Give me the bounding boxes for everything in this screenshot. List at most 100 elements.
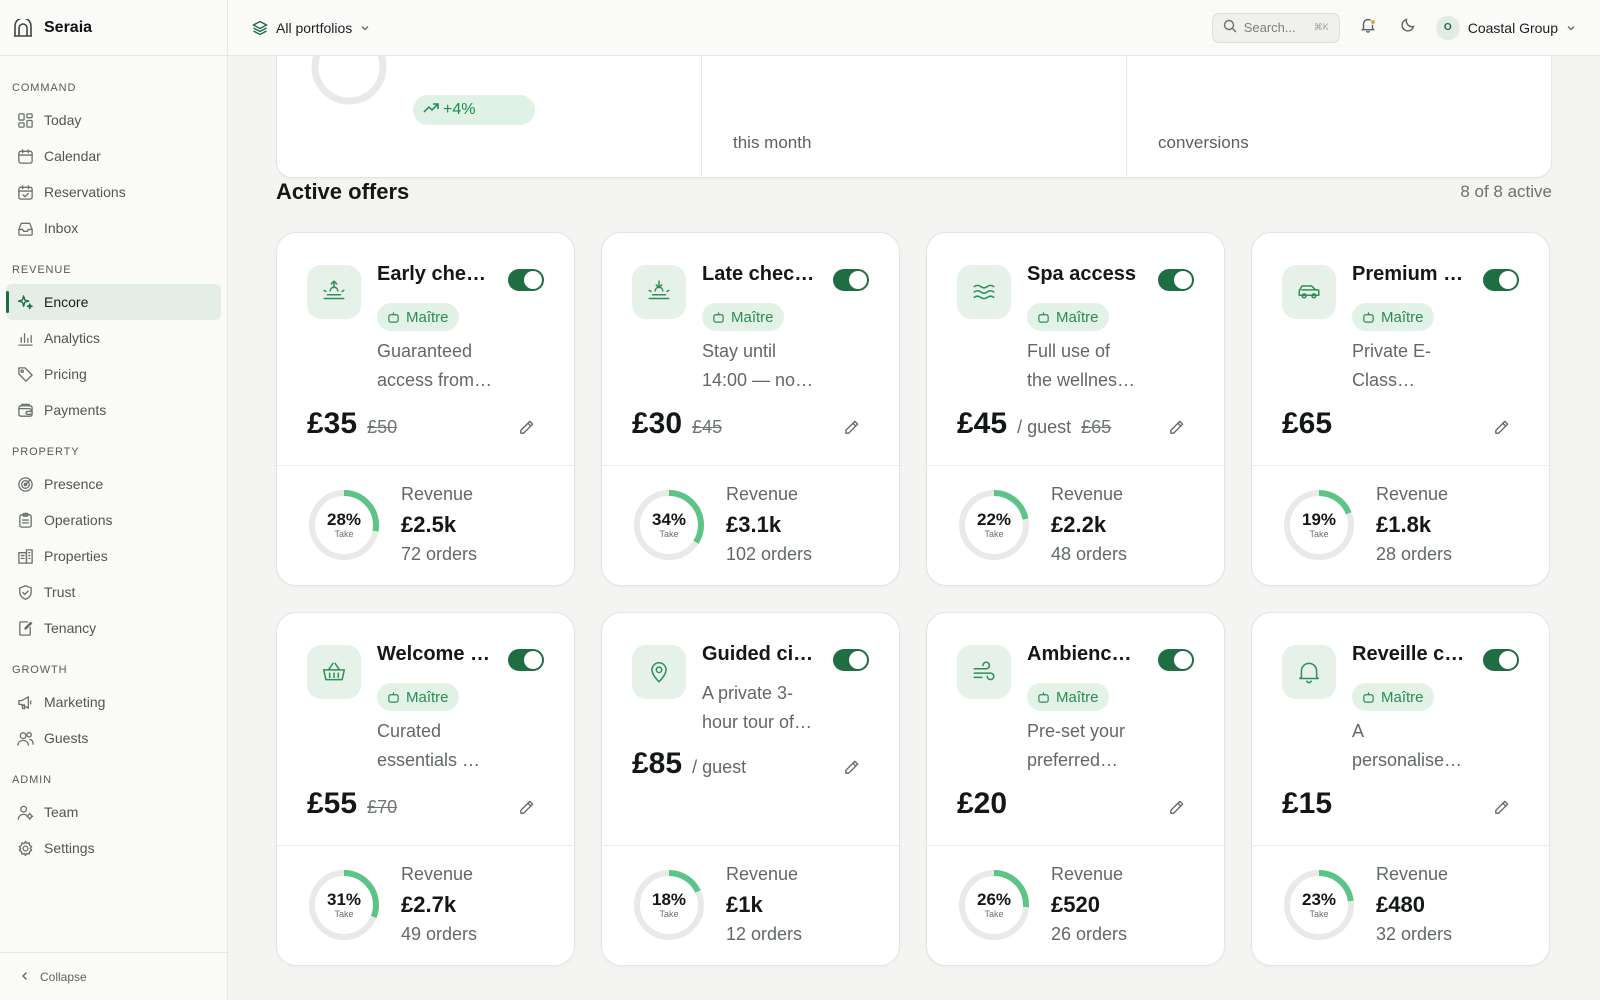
- sidebar-item-label: Marketing: [44, 694, 106, 710]
- offer-toggle[interactable]: [1158, 649, 1194, 671]
- edit-button[interactable]: [1491, 417, 1511, 437]
- offer-price-row: £45 / guest £65: [957, 407, 1111, 441]
- offer-price: £85: [632, 747, 683, 780]
- sidebar-item-today[interactable]: Today: [6, 102, 221, 138]
- description-line: personalise…: [1352, 750, 1463, 770]
- robot-icon: [1037, 311, 1050, 324]
- sidebar-item-label: Encore: [44, 294, 89, 310]
- sidebar-item-operations[interactable]: Operations: [6, 502, 221, 538]
- take-rate-value: 26%: [976, 890, 1012, 909]
- org-switcher[interactable]: O Coastal Group: [1435, 15, 1576, 40]
- offer-description: Apersonalise…: [1352, 717, 1474, 775]
- tag-label: Maître: [406, 308, 449, 326]
- sidebar-item-settings[interactable]: Settings: [6, 830, 221, 866]
- sidebar-item-pricing[interactable]: Pricing: [6, 356, 221, 392]
- offer-icon-badge: [1282, 645, 1336, 699]
- offer-icon-badge: [1282, 265, 1336, 319]
- sidebar-item-analytics[interactable]: Analytics: [6, 320, 221, 356]
- user-cog-icon: [16, 803, 34, 821]
- offer-toggle[interactable]: [1483, 649, 1519, 671]
- edit-button[interactable]: [841, 757, 861, 777]
- collapse-button[interactable]: Collapse: [0, 952, 227, 1000]
- description-line: preferred…: [1027, 750, 1119, 770]
- nav-section-revenue: REVENUE Encore Analytics Pricing Payments: [0, 260, 227, 428]
- edit-button[interactable]: [1166, 417, 1186, 437]
- offer-card[interactable]: Reveille call Maître Apersonalise… £15 23% Ta…: [1251, 612, 1550, 966]
- offer-name: Welcome basket: [377, 643, 491, 665]
- description-line: the wellnes…: [1027, 370, 1136, 390]
- offer-grid: Early check-in Maître Guaranteed access fro…: [276, 232, 1552, 966]
- clipboard-icon: [16, 511, 34, 529]
- sidebar-item-calendar[interactable]: Calendar: [6, 138, 221, 174]
- sidebar-item-reservations[interactable]: Reservations: [6, 174, 221, 210]
- robot-icon: [1362, 691, 1375, 704]
- stats-card: +4% this month conversions: [276, 56, 1552, 178]
- bell-icon: [1296, 659, 1322, 685]
- sidebar-item-team[interactable]: Team: [6, 794, 221, 830]
- edit-button[interactable]: [841, 417, 861, 437]
- theme-toggle-button[interactable]: [1396, 16, 1420, 40]
- revenue-label: Revenue: [401, 864, 474, 884]
- edit-button[interactable]: [516, 417, 536, 437]
- offer-tag: Maître: [1352, 303, 1434, 331]
- description-line: hour tour of…: [702, 712, 813, 732]
- calendar-check-icon: [16, 183, 34, 201]
- sidebar-item-guests[interactable]: Guests: [6, 720, 221, 756]
- offer-toggle[interactable]: [833, 269, 869, 291]
- offer-price: £65: [1282, 407, 1333, 440]
- robot-icon: [712, 311, 725, 324]
- price-unit: / guest: [692, 757, 747, 777]
- order-count: 28 orders: [1376, 544, 1453, 564]
- nav-heading: GROWTH: [12, 664, 68, 676]
- offer-card[interactable]: Welcome basket Maître Curated essentials … £…: [276, 612, 575, 966]
- sidebar-item-payments[interactable]: Payments: [6, 392, 221, 428]
- top-bar: All portfolios Search... ⌘K O Coastal Gr…: [228, 0, 1600, 56]
- revenue-value: £1.8k: [1376, 512, 1432, 537]
- take-rate-label: Take: [984, 909, 1004, 919]
- edit-button[interactable]: [1166, 797, 1186, 817]
- offer-toggle[interactable]: [1158, 269, 1194, 291]
- offer-icon-badge: [307, 645, 361, 699]
- offer-price-row: £20: [957, 787, 1007, 821]
- offer-card[interactable]: Late checkout Maître Stay until 14:00 — no……: [601, 232, 900, 586]
- offer-details: Late checkout Maître Stay until 14:00 — no……: [602, 233, 899, 466]
- description-line: Class…: [1352, 370, 1416, 390]
- take-rate-value: 22%: [976, 510, 1012, 529]
- sidebar-item-presence[interactable]: Presence: [6, 466, 221, 502]
- revenue-label: Revenue: [1051, 484, 1124, 504]
- sidebar-item-inbox[interactable]: Inbox: [6, 210, 221, 246]
- search-input[interactable]: Search... ⌘K: [1211, 12, 1340, 43]
- sidebar-item-label: Payments: [44, 402, 107, 418]
- basket-icon: [321, 659, 347, 685]
- chevron-left-icon: [20, 970, 30, 984]
- edit-button[interactable]: [516, 797, 536, 817]
- sidebar-item-properties[interactable]: Properties: [6, 538, 221, 574]
- offer-card[interactable]: Premium transfer Maître Private E- Class… £6…: [1251, 232, 1550, 586]
- offer-card[interactable]: Spa access Maître Full use of the wellnes… £…: [926, 232, 1225, 586]
- tag-label: Maître: [731, 308, 774, 326]
- offer-card[interactable]: Ambience preset Maître Pre-set your preferr…: [926, 612, 1225, 966]
- brand[interactable]: Seraia: [0, 0, 227, 56]
- sidebar-item-trust[interactable]: Trust: [6, 574, 221, 610]
- notifications-button[interactable]: [1356, 16, 1380, 40]
- offer-stats: 19% Take Revenue £1.8k 28 orders: [1252, 466, 1549, 585]
- original-price: £45: [692, 417, 723, 437]
- sidebar-item-marketing[interactable]: Marketing: [6, 684, 221, 720]
- offer-price: £20: [957, 787, 1008, 820]
- offer-card[interactable]: Early check-in Maître Guaranteed access fro…: [276, 232, 575, 586]
- offer-toggle[interactable]: [1483, 269, 1519, 291]
- offer-toggle[interactable]: [508, 269, 544, 291]
- sidebar: Seraia COMMAND Today Calendar Reservations I…: [0, 0, 228, 1000]
- offer-card[interactable]: Guided city tour A private 3- hour tour of…: [601, 612, 900, 966]
- offer-toggle[interactable]: [508, 649, 544, 671]
- sparkles-icon: [16, 293, 34, 311]
- sidebar-item-tenancy[interactable]: Tenancy: [6, 610, 221, 646]
- offer-description: Guaranteed access from…: [377, 337, 499, 395]
- portfolio-selector[interactable]: All portfolios: [252, 20, 370, 36]
- offer-toggle[interactable]: [833, 649, 869, 671]
- order-count: 72 orders: [401, 544, 478, 564]
- edit-button[interactable]: [1491, 797, 1511, 817]
- sidebar-item-encore[interactable]: Encore: [6, 284, 221, 320]
- offer-tag: Maître: [1352, 683, 1434, 711]
- offer-details: Early check-in Maître Guaranteed access fro…: [277, 233, 574, 466]
